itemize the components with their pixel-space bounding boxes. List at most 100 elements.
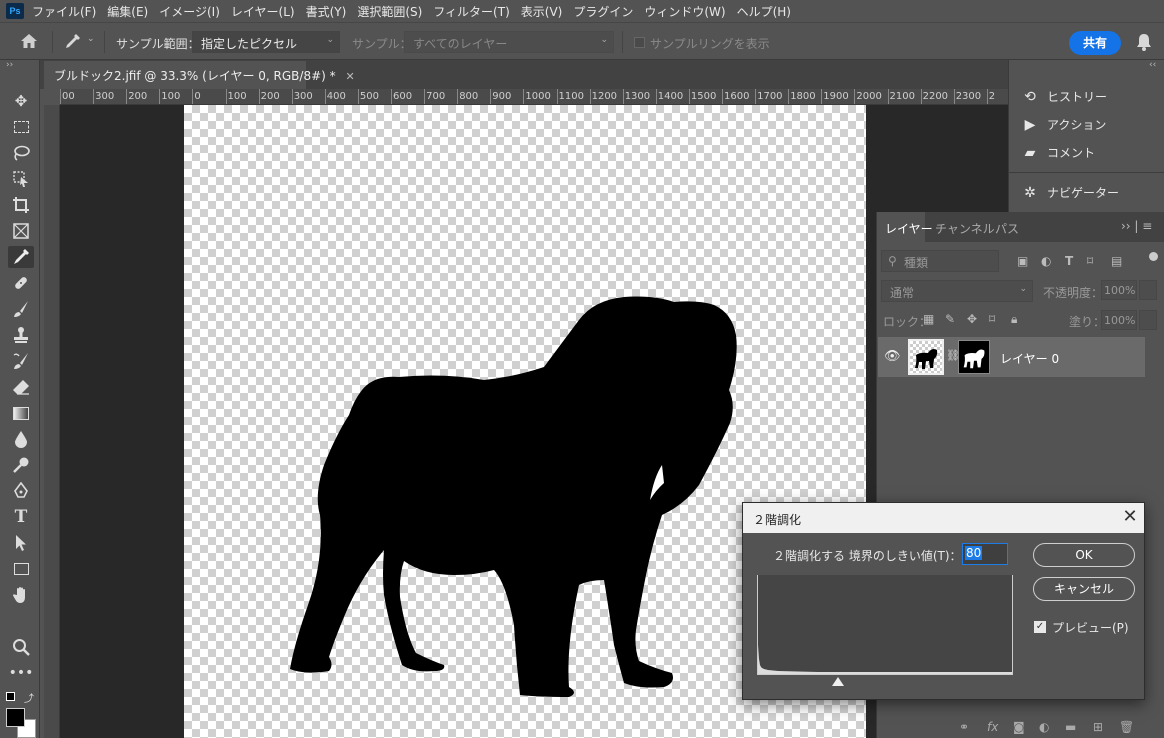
type-tool-icon[interactable]: T — [8, 506, 34, 528]
link-layers-icon[interactable]: ⚭ — [959, 720, 969, 734]
trash-icon[interactable]: 🗑︎ — [1119, 720, 1134, 734]
lock-position-icon[interactable]: ✥ — [967, 312, 977, 326]
blend-mode-select[interactable]: 通常 ⌄ — [881, 280, 1033, 302]
menu-view[interactable]: 表示(V) — [521, 3, 563, 20]
eyedropper-tool-preset-icon[interactable]: ⌄ — [62, 32, 98, 52]
filter-shape-icon[interactable]: ⌑ — [1087, 254, 1093, 268]
object-selection-tool-icon[interactable] — [8, 168, 34, 190]
fill-input[interactable]: 100% — [1101, 310, 1137, 330]
fx-icon[interactable]: fx — [987, 720, 998, 734]
filter-type-icon[interactable]: T — [1065, 254, 1073, 268]
menu-plugins[interactable]: プラグイン — [573, 3, 633, 20]
layer-filter-select[interactable]: ⚲ 種類 — [881, 250, 999, 272]
clone-stamp-tool-icon[interactable] — [8, 324, 34, 346]
show-sampling-ring-label: サンプルリングを表示 — [650, 37, 770, 51]
new-group-icon[interactable]: ▬ — [1065, 720, 1076, 734]
brush-tool-icon[interactable] — [8, 298, 34, 320]
preview-checkbox[interactable]: ✓ — [1034, 621, 1046, 633]
history-panel-button[interactable]: ⟲ ヒストリー — [1021, 88, 1107, 105]
lock-transparency-icon[interactable]: ▦ — [923, 312, 934, 326]
gradient-tool-icon[interactable] — [8, 402, 34, 424]
hand-tool-icon[interactable] — [8, 584, 34, 606]
dodge-tool-icon[interactable] — [8, 454, 34, 476]
threshold-input[interactable]: 80 — [962, 543, 1008, 565]
dialog-title: ２階調化 — [753, 513, 802, 527]
layer-name[interactable]: レイヤー 0 — [1000, 350, 1059, 367]
menu-select[interactable]: 選択範囲(S) — [357, 3, 422, 20]
threshold-slider-handle[interactable] — [832, 677, 844, 686]
foreground-color-swatch[interactable] — [6, 708, 25, 727]
marquee-tool-icon[interactable] — [8, 116, 34, 138]
sample-layers-select[interactable]: すべてのレイヤー ⌄ — [404, 31, 614, 53]
comments-panel-button[interactable]: ▰ コメント — [1021, 144, 1095, 161]
menu-window[interactable]: ウィンドウ(W) — [644, 3, 725, 20]
lasso-tool-icon[interactable] — [8, 142, 34, 164]
path-selection-tool-icon[interactable] — [8, 532, 34, 554]
sample-size-select[interactable]: 指定したピクセル ⌄ — [192, 31, 340, 53]
move-tool-icon[interactable]: ✥ — [8, 90, 34, 112]
layer-mask-thumbnail[interactable] — [958, 340, 990, 374]
more-tools-icon[interactable]: ••• — [8, 662, 34, 684]
ruler-tick — [523, 89, 525, 104]
close-icon[interactable]: ✕ — [1119, 506, 1141, 528]
ruler-tick — [93, 89, 95, 104]
navigator-panel-button[interactable]: ✲ ナビゲーター — [1021, 184, 1119, 201]
filter-pixel-icon[interactable]: ▣ — [1017, 254, 1028, 268]
tab-paths[interactable]: パス — [995, 220, 1019, 237]
sample-size-label: サンプル範囲： — [116, 37, 200, 51]
tab-layers[interactable]: レイヤー — [885, 220, 933, 237]
rectangle-tool-icon[interactable] — [8, 558, 34, 580]
new-layer-icon[interactable]: ⊞ — [1093, 720, 1103, 734]
dialog-title-bar[interactable]: ２階調化 — [743, 503, 1144, 533]
opacity-input[interactable]: 100% — [1101, 280, 1137, 300]
filter-toggle-icon[interactable] — [1149, 252, 1158, 261]
pen-tool-icon[interactable] — [8, 480, 34, 502]
menu-edit[interactable]: 編集(E) — [107, 3, 148, 20]
add-mask-icon[interactable]: ◙ — [1013, 720, 1025, 734]
layer-row[interactable]: 👁︎ ⛓︎ レイヤー 0 — [878, 337, 1145, 377]
document-tab[interactable]: ブルドック2.jfif @ 33.3% (レイヤー 0, RGB/8#) * ✕ — [44, 61, 355, 89]
blur-tool-icon[interactable] — [8, 428, 34, 450]
healing-brush-tool-icon[interactable] — [8, 272, 34, 294]
cancel-button[interactable]: キャンセル — [1033, 577, 1135, 601]
lock-artboard-icon[interactable]: ⌑ — [989, 312, 995, 326]
adjustment-layer-icon[interactable]: ◐ — [1039, 720, 1049, 734]
menu-file[interactable]: ファイル(F) — [32, 3, 96, 20]
crop-tool-icon[interactable] — [8, 194, 34, 216]
layer-thumbnail[interactable] — [908, 339, 944, 375]
play-icon: ▶ — [1024, 116, 1036, 133]
share-button[interactable]: 共有 — [1069, 31, 1121, 55]
eraser-tool-icon[interactable] — [8, 376, 34, 398]
lock-pixels-icon[interactable]: ✎ — [945, 312, 955, 326]
panel-menu-icon[interactable]: ›› | ≡ — [1121, 219, 1152, 233]
eye-icon[interactable]: 👁︎ — [884, 349, 901, 364]
swap-colors-icon[interactable]: ⤴ — [24, 690, 34, 705]
default-colors-icon[interactable] — [6, 692, 15, 701]
eyedropper-tool-icon[interactable] — [8, 246, 34, 268]
ruler-tick — [622, 89, 624, 104]
menu-type[interactable]: 書式(Y) — [306, 3, 347, 20]
zoom-tool-icon[interactable] — [8, 636, 34, 658]
ruler-tick-label: 00 — [62, 91, 75, 102]
home-icon[interactable] — [20, 33, 40, 51]
bell-icon[interactable] — [1136, 33, 1154, 51]
filter-adjustment-icon[interactable]: ◐ — [1041, 254, 1051, 268]
opacity-dropdown[interactable] — [1139, 280, 1157, 300]
menu-filter[interactable]: フィルター(T) — [433, 3, 509, 20]
collapse-toolbar-icon[interactable]: ›› — [6, 60, 13, 70]
filter-smart-object-icon[interactable]: ▤ — [1111, 254, 1122, 268]
ok-button[interactable]: OK — [1033, 543, 1135, 567]
tab-channels[interactable]: チャンネル — [935, 220, 995, 237]
frame-tool-icon[interactable] — [8, 220, 34, 242]
menu-help[interactable]: ヘルプ(H) — [737, 3, 791, 20]
menu-layer[interactable]: レイヤー(L) — [231, 3, 295, 20]
show-sampling-ring-checkbox[interactable] — [634, 37, 645, 48]
fill-dropdown[interactable] — [1139, 310, 1157, 330]
close-tab-icon[interactable]: ✕ — [345, 70, 354, 83]
ruler-tick — [920, 89, 922, 104]
history-brush-tool-icon[interactable] — [8, 350, 34, 372]
lock-all-icon[interactable]: 🔒︎ — [1011, 312, 1017, 327]
collapse-panels-icon[interactable]: ‹‹ — [1149, 60, 1156, 70]
menu-image[interactable]: イメージ(I) — [159, 3, 220, 20]
actions-panel-button[interactable]: ▶ アクション — [1021, 116, 1107, 133]
